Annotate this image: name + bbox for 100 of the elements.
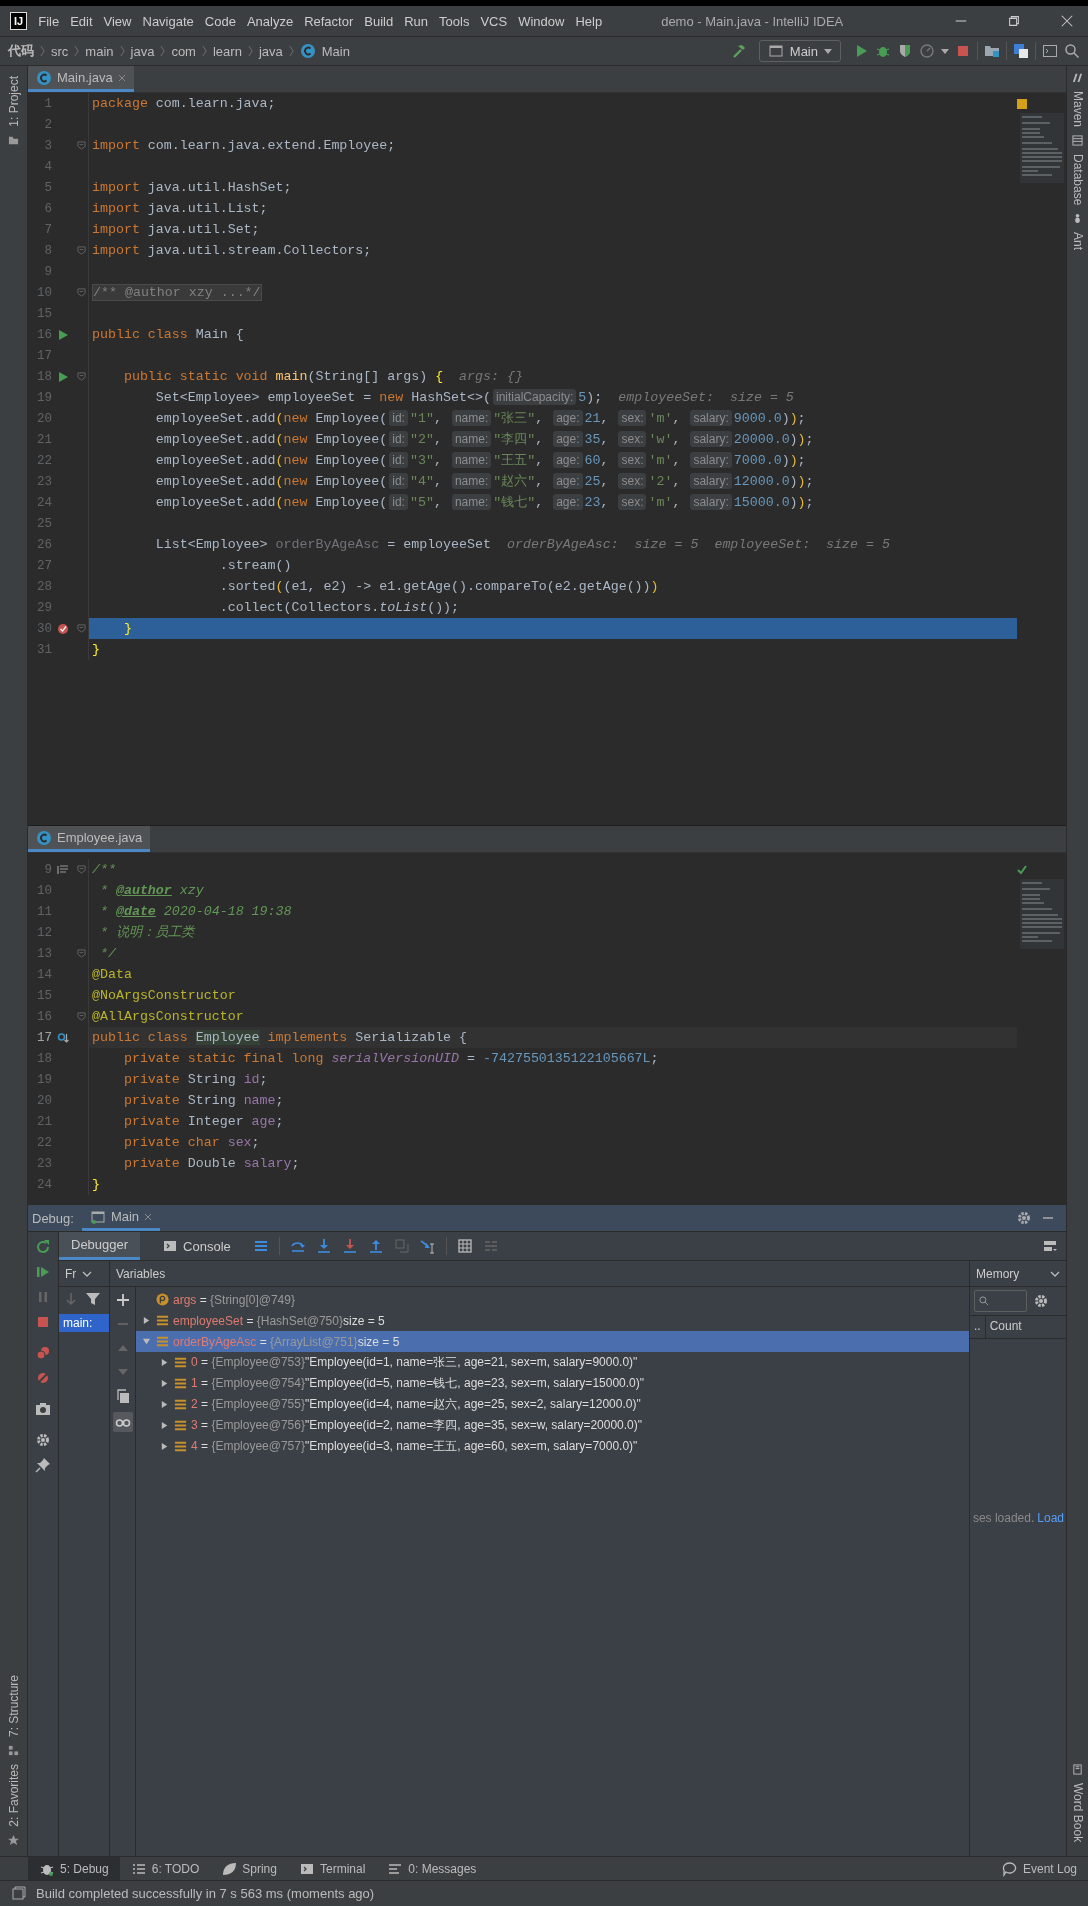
- translate-icon[interactable]: [1013, 43, 1029, 59]
- menu-item[interactable]: VCS: [480, 13, 508, 29]
- fold-marker-icon[interactable]: [76, 949, 86, 958]
- tool-window-tab[interactable]: Terminal: [287, 1857, 377, 1880]
- stop-icon[interactable]: [35, 1314, 51, 1330]
- checkmark-icon[interactable]: [1017, 865, 1027, 875]
- reader-mode-icon[interactable]: [57, 863, 69, 876]
- tree-row[interactable]: orderByAgeAsc = {ArrayList@751}size = 5: [136, 1331, 969, 1352]
- terminal-window-icon[interactable]: [1042, 43, 1058, 59]
- tool-window-tab[interactable]: Spring: [210, 1857, 288, 1880]
- run-to-cursor-icon[interactable]: [419, 1238, 436, 1254]
- expand-arrow-icon[interactable]: [141, 1316, 151, 1325]
- expand-arrow-icon[interactable]: [159, 1442, 169, 1451]
- settings-icon[interactable]: [35, 1432, 51, 1448]
- breadcrumb-item[interactable]: main: [85, 43, 114, 59]
- camera-icon[interactable]: [35, 1401, 51, 1417]
- tree-row[interactable]: employeeSet = {HashSet@750}size = 5: [136, 1310, 969, 1331]
- folder-icon[interactable]: [984, 43, 1000, 59]
- menu-item[interactable]: Code: [204, 13, 236, 29]
- menu-item[interactable]: Refactor: [304, 13, 354, 29]
- close-icon[interactable]: [1060, 14, 1074, 28]
- stack-frame-item[interactable]: main:: [59, 1314, 109, 1332]
- editor-tab[interactable]: Employee.java: [28, 826, 151, 852]
- menu-item[interactable]: Window: [518, 13, 565, 29]
- expand-arrow-icon[interactable]: [159, 1421, 169, 1430]
- tree-row[interactable]: args = {String[0]@749}: [136, 1289, 969, 1310]
- menu-item[interactable]: File: [38, 13, 60, 29]
- tree-row[interactable]: 4 = {Employee@757}"Employee(id=3, name=王五, age=60, sex=m, salary=7000.0)": [136, 1436, 969, 1457]
- expand-arrow-icon[interactable]: [141, 1337, 151, 1346]
- search-field[interactable]: [974, 1290, 1027, 1312]
- pin-icon[interactable]: [35, 1457, 51, 1473]
- tree-row[interactable]: 0 = {Employee@753}"Employee(id=1, name=张三, age=21, sex=m, salary=9000.0)": [136, 1352, 969, 1373]
- menu-item[interactable]: Tools: [439, 13, 470, 29]
- tool-window-tab[interactable]: Word Book: [1070, 1778, 1085, 1846]
- tool-window-tab[interactable]: Maven: [1070, 87, 1085, 132]
- menu-item[interactable]: Build: [364, 13, 394, 29]
- expand-arrow-icon[interactable]: [159, 1379, 169, 1388]
- square-icon[interactable]: [10, 1885, 26, 1902]
- plus-icon[interactable]: [114, 1292, 131, 1308]
- tool-window-tab[interactable]: 0: Messages: [376, 1857, 488, 1880]
- shield-icon[interactable]: [897, 43, 913, 59]
- chevron-down-icon[interactable]: [82, 1270, 93, 1277]
- step-out-icon[interactable]: [367, 1238, 384, 1254]
- fold-marker-icon[interactable]: [76, 865, 86, 874]
- breakpoint-icon[interactable]: [57, 622, 69, 635]
- run-configuration-dropdown[interactable]: Main: [758, 40, 841, 62]
- tool-window-tab[interactable]: 5: Debug: [28, 1857, 120, 1880]
- breadcrumb-item[interactable]: java: [130, 43, 155, 59]
- menu-item[interactable]: Analyze: [246, 13, 294, 29]
- tree-row[interactable]: 2 = {Employee@755}"Employee(id=4, name=赵六, age=25, sex=2, salary=12000.0)": [136, 1394, 969, 1415]
- implements-icon[interactable]: [57, 1031, 69, 1044]
- resume-icon[interactable]: [35, 1264, 51, 1280]
- fold-marker-icon[interactable]: [76, 1012, 86, 1021]
- tool-window-tab[interactable]: Database: [1070, 150, 1085, 210]
- settings-icon[interactable]: [1016, 1210, 1032, 1226]
- load-link[interactable]: Load: [1037, 1511, 1064, 1525]
- breadcrumb-item[interactable]: java: [258, 43, 283, 59]
- step-into-icon[interactable]: [315, 1238, 332, 1254]
- debugger-view-tab[interactable]: Console: [150, 1232, 243, 1260]
- fold-marker-icon[interactable]: [76, 288, 86, 297]
- fold-marker-icon[interactable]: [76, 141, 86, 150]
- breadcrumb-item[interactable]: src: [51, 43, 69, 59]
- expand-arrow-icon[interactable]: [159, 1400, 169, 1409]
- search-icon[interactable]: [1064, 43, 1080, 59]
- menu-item[interactable]: Edit: [70, 13, 93, 29]
- tool-window-tab[interactable]: Ant: [1070, 228, 1085, 255]
- filter-icon[interactable]: [85, 1291, 101, 1307]
- run-icon[interactable]: [57, 370, 69, 383]
- run-icon[interactable]: [57, 328, 69, 341]
- table-icon[interactable]: [456, 1238, 473, 1254]
- close-icon[interactable]: [144, 1212, 153, 1221]
- breadcrumb-item[interactable]: com: [171, 43, 196, 59]
- layout-icon[interactable]: [1042, 1238, 1058, 1254]
- fold-marker-icon[interactable]: [76, 246, 86, 255]
- breadcrumb-item[interactable]: Main: [321, 43, 350, 59]
- profiler-icon[interactable]: [919, 43, 935, 59]
- menu-item[interactable]: Navigate: [142, 13, 194, 29]
- glasses-icon[interactable]: [112, 1412, 133, 1432]
- fold-marker-icon[interactable]: [76, 624, 86, 633]
- tool-window-tab[interactable]: 6: TODO: [119, 1857, 211, 1880]
- restore-icon[interactable]: [1007, 14, 1021, 28]
- fold-marker-icon[interactable]: [76, 372, 86, 381]
- tool-window-tab[interactable]: 1: Project: [6, 72, 21, 131]
- arrow-down-icon[interactable]: [63, 1291, 79, 1307]
- chevron-down-icon[interactable]: [1050, 1270, 1060, 1277]
- debugger-view-tab[interactable]: Debugger: [59, 1232, 141, 1260]
- menu-item[interactable]: View: [103, 13, 132, 29]
- rerun-icon[interactable]: [35, 1239, 51, 1255]
- settings-icon[interactable]: [1033, 1293, 1049, 1309]
- breadcrumb-item[interactable]: learn: [212, 43, 242, 59]
- event-log-button[interactable]: Event Log: [990, 1857, 1088, 1880]
- tool-window-tab[interactable]: 2: Favorites: [6, 1760, 21, 1831]
- breadcrumb-item[interactable]: 代码: [8, 42, 34, 60]
- tree-row[interactable]: 1 = {Employee@754}"Employee(id=5, name=钱七, age=23, sex=m, salary=15000.0)": [136, 1373, 969, 1394]
- stop-icon[interactable]: [955, 43, 971, 59]
- list-icon[interactable]: [252, 1238, 269, 1254]
- caret-icon[interactable]: [941, 48, 949, 54]
- menu-item[interactable]: Run: [404, 13, 429, 29]
- tool-window-tab[interactable]: 7: Structure: [6, 1671, 21, 1742]
- column-header[interactable]: ..: [970, 1316, 985, 1338]
